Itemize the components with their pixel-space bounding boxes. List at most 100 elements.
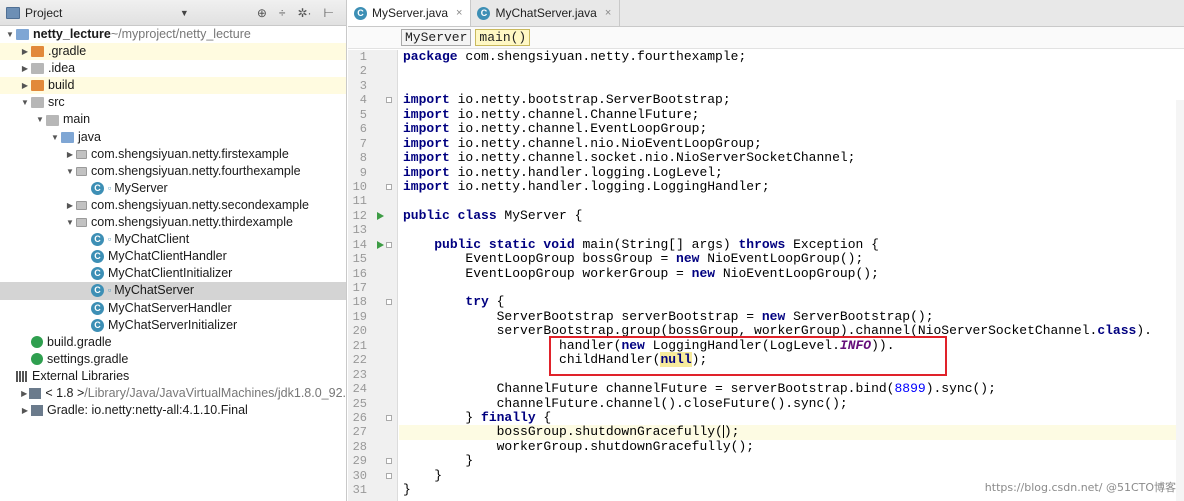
java-class-icon: C xyxy=(477,6,491,20)
tree-item[interactable]: build.gradle xyxy=(0,334,346,351)
tree-item[interactable]: C ▫ MyServer xyxy=(0,180,346,197)
code-line[interactable]: public static void main(String[] args) t… xyxy=(399,237,1184,252)
tree-item-label: com.shengsiyuan.netty.firstexample xyxy=(91,146,289,161)
code-line[interactable]: handler(new LoggingHandler(LogLevel.INFO… xyxy=(399,338,1184,353)
collapsed-arrow-icon[interactable]: ▶ xyxy=(64,146,76,163)
tree-item[interactable]: C MyChatClientInitializer xyxy=(0,265,346,282)
code-line[interactable]: import io.netty.handler.logging.LogLevel… xyxy=(399,165,1184,180)
code-area[interactable]: 1 2 3 4 5 6 7 8 9 10 11 12 13 14 15 16 17 18 19 20 21 22 23 24 2… xyxy=(348,49,1184,501)
tree-item[interactable]: ▼ src xyxy=(0,94,346,111)
fold-marker-icon[interactable] xyxy=(386,241,392,248)
code-line[interactable]: ServerBootstrap serverBootstrap = new Se… xyxy=(399,309,1184,324)
expanded-arrow-icon[interactable]: ▼ xyxy=(19,94,31,111)
tree-item[interactable]: C MyChatServerHandler xyxy=(0,300,346,317)
tree-item[interactable]: ▼ java xyxy=(0,129,346,146)
code-line[interactable]: EventLoopGroup workerGroup = new NioEven… xyxy=(399,266,1184,281)
line-number: 2 xyxy=(359,64,367,79)
code-line[interactable]: serverBootstrap.group(bossGroup, workerG… xyxy=(399,323,1184,338)
run-gutter-icon[interactable] xyxy=(377,240,384,249)
editor-tab[interactable]: C MyChatServer.java × xyxy=(471,0,621,26)
tree-item[interactable]: ▶ com.shengsiyuan.netty.secondexample xyxy=(0,197,346,214)
collapsed-arrow-icon[interactable]: ▶ xyxy=(19,43,31,60)
fold-marker-icon[interactable] xyxy=(386,414,392,421)
tree-item[interactable]: C MyChatServerInitializer xyxy=(0,317,346,334)
collapsed-arrow-icon[interactable]: ▶ xyxy=(19,60,31,77)
expanded-arrow-icon[interactable]: ▼ xyxy=(34,111,46,128)
code-line[interactable]: bossGroup.shutdownGracefully(); xyxy=(399,424,1184,440)
tree-item[interactable]: ▼ netty_lecture ~/myproject/netty_lecture xyxy=(0,26,346,43)
gear-icon[interactable]: ✲· xyxy=(297,6,311,20)
tree-item[interactable]: ▼ main xyxy=(0,111,346,128)
code-line[interactable]: childHandler(null); xyxy=(399,352,1184,368)
fold-marker-icon[interactable] xyxy=(386,97,392,104)
folder-gray-icon xyxy=(31,97,44,109)
code-line[interactable] xyxy=(399,64,1184,78)
code-line[interactable]: import io.netty.channel.EventLoopGroup; xyxy=(399,121,1184,136)
editor-scrollbar[interactable] xyxy=(1176,100,1184,501)
code-line[interactable] xyxy=(399,368,1184,382)
code-line[interactable]: try { xyxy=(399,294,1184,309)
breadcrumb-method[interactable]: main() xyxy=(475,29,531,46)
code-line[interactable]: ChannelFuture channelFuture = serverBoot… xyxy=(399,381,1184,396)
jdk-icon xyxy=(29,388,42,400)
tree-item[interactable]: ▶ .idea xyxy=(0,60,346,77)
code-line[interactable]: } xyxy=(399,453,1184,468)
close-icon[interactable]: × xyxy=(456,7,462,19)
expanded-arrow-icon[interactable]: ▼ xyxy=(4,26,16,43)
chevron-down-icon[interactable]: ▼ xyxy=(180,8,189,18)
code-line[interactable]: import io.netty.handler.logging.LoggingH… xyxy=(399,179,1184,194)
expanded-arrow-icon[interactable]: ▼ xyxy=(64,214,76,231)
class-icon: C xyxy=(91,250,104,264)
tree-item[interactable]: C ▫ MyChatServer xyxy=(0,282,346,300)
breadcrumb-class[interactable]: MyServer xyxy=(401,29,472,46)
code-line[interactable]: import io.netty.channel.socket.nio.NioSe… xyxy=(399,150,1184,165)
tree-item[interactable]: External Libraries xyxy=(0,368,346,385)
fold-marker-icon[interactable] xyxy=(386,458,392,465)
scroll-from-source-icon[interactable]: ⊕ xyxy=(257,6,267,20)
code-line[interactable] xyxy=(399,223,1184,237)
code-line[interactable]: workerGroup.shutdownGracefully(); xyxy=(399,439,1184,454)
project-icon xyxy=(6,6,20,19)
tree-item[interactable]: ▶ build xyxy=(0,77,346,95)
line-number: 21 xyxy=(352,338,367,353)
code-line[interactable]: import io.netty.channel.ChannelFuture; xyxy=(399,107,1184,122)
code-line[interactable]: } finally { xyxy=(399,410,1184,425)
tree-item[interactable]: ▶ Gradle: io.netty:netty-all:4.1.10.Final xyxy=(0,402,346,419)
tree-item[interactable]: ▶ < 1.8 > /Library/Java/JavaVirtualMachin… xyxy=(0,385,346,402)
collapsed-arrow-icon[interactable]: ▶ xyxy=(19,385,29,402)
tree-item[interactable]: C ▫ MyChatClient xyxy=(0,231,346,248)
code-line[interactable]: channelFuture.channel().closeFuture().sy… xyxy=(399,396,1184,411)
tree-item[interactable]: ▶ .gradle xyxy=(0,43,346,61)
expanded-arrow-icon[interactable]: ▼ xyxy=(49,129,61,146)
tree-item[interactable]: C MyChatClientHandler xyxy=(0,248,346,265)
tree-item[interactable]: ▼ com.shengsiyuan.netty.fourthexample xyxy=(0,163,346,180)
code-line[interactable]: import io.netty.channel.nio.NioEventLoop… xyxy=(399,136,1184,151)
line-number: 23 xyxy=(352,367,367,382)
code-line[interactable] xyxy=(399,194,1184,208)
tree-item[interactable]: ▼ com.shengsiyuan.netty.thirdexample xyxy=(0,214,346,231)
code-line[interactable] xyxy=(399,281,1184,295)
close-icon[interactable]: × xyxy=(605,7,611,19)
project-panel-title[interactable]: Project xyxy=(25,6,180,20)
collapse-all-icon[interactable]: ÷ xyxy=(279,6,286,20)
collapsed-arrow-icon[interactable]: ▶ xyxy=(19,402,31,419)
editor-tab[interactable]: C MyServer.java × xyxy=(348,0,472,26)
hide-panel-icon[interactable]: ⊢ xyxy=(324,6,334,20)
code-line[interactable]: package com.shengsiyuan.netty.fourthexam… xyxy=(399,49,1184,64)
tree-item[interactable]: ▶ com.shengsiyuan.netty.firstexample xyxy=(0,146,346,163)
fold-marker-icon[interactable] xyxy=(386,472,392,479)
collapsed-arrow-icon[interactable]: ▶ xyxy=(64,197,76,214)
run-gutter-icon[interactable] xyxy=(377,211,384,220)
fold-marker-icon[interactable] xyxy=(386,299,392,306)
code-lines[interactable]: package com.shengsiyuan.netty.fourthexam… xyxy=(399,49,1184,501)
collapsed-arrow-icon[interactable]: ▶ xyxy=(19,77,31,94)
code-line[interactable]: EventLoopGroup bossGroup = new NioEventL… xyxy=(399,251,1184,266)
code-line[interactable]: import io.netty.bootstrap.ServerBootstra… xyxy=(399,92,1184,107)
expanded-arrow-icon[interactable]: ▼ xyxy=(64,163,76,180)
code-line[interactable]: public class MyServer { xyxy=(399,208,1184,223)
gutter-line: 20 xyxy=(348,324,397,338)
tab-label: MyServer.java xyxy=(372,6,449,20)
fold-marker-icon[interactable] xyxy=(386,183,392,190)
tree-item[interactable]: settings.gradle xyxy=(0,351,346,368)
code-line[interactable] xyxy=(399,79,1184,93)
